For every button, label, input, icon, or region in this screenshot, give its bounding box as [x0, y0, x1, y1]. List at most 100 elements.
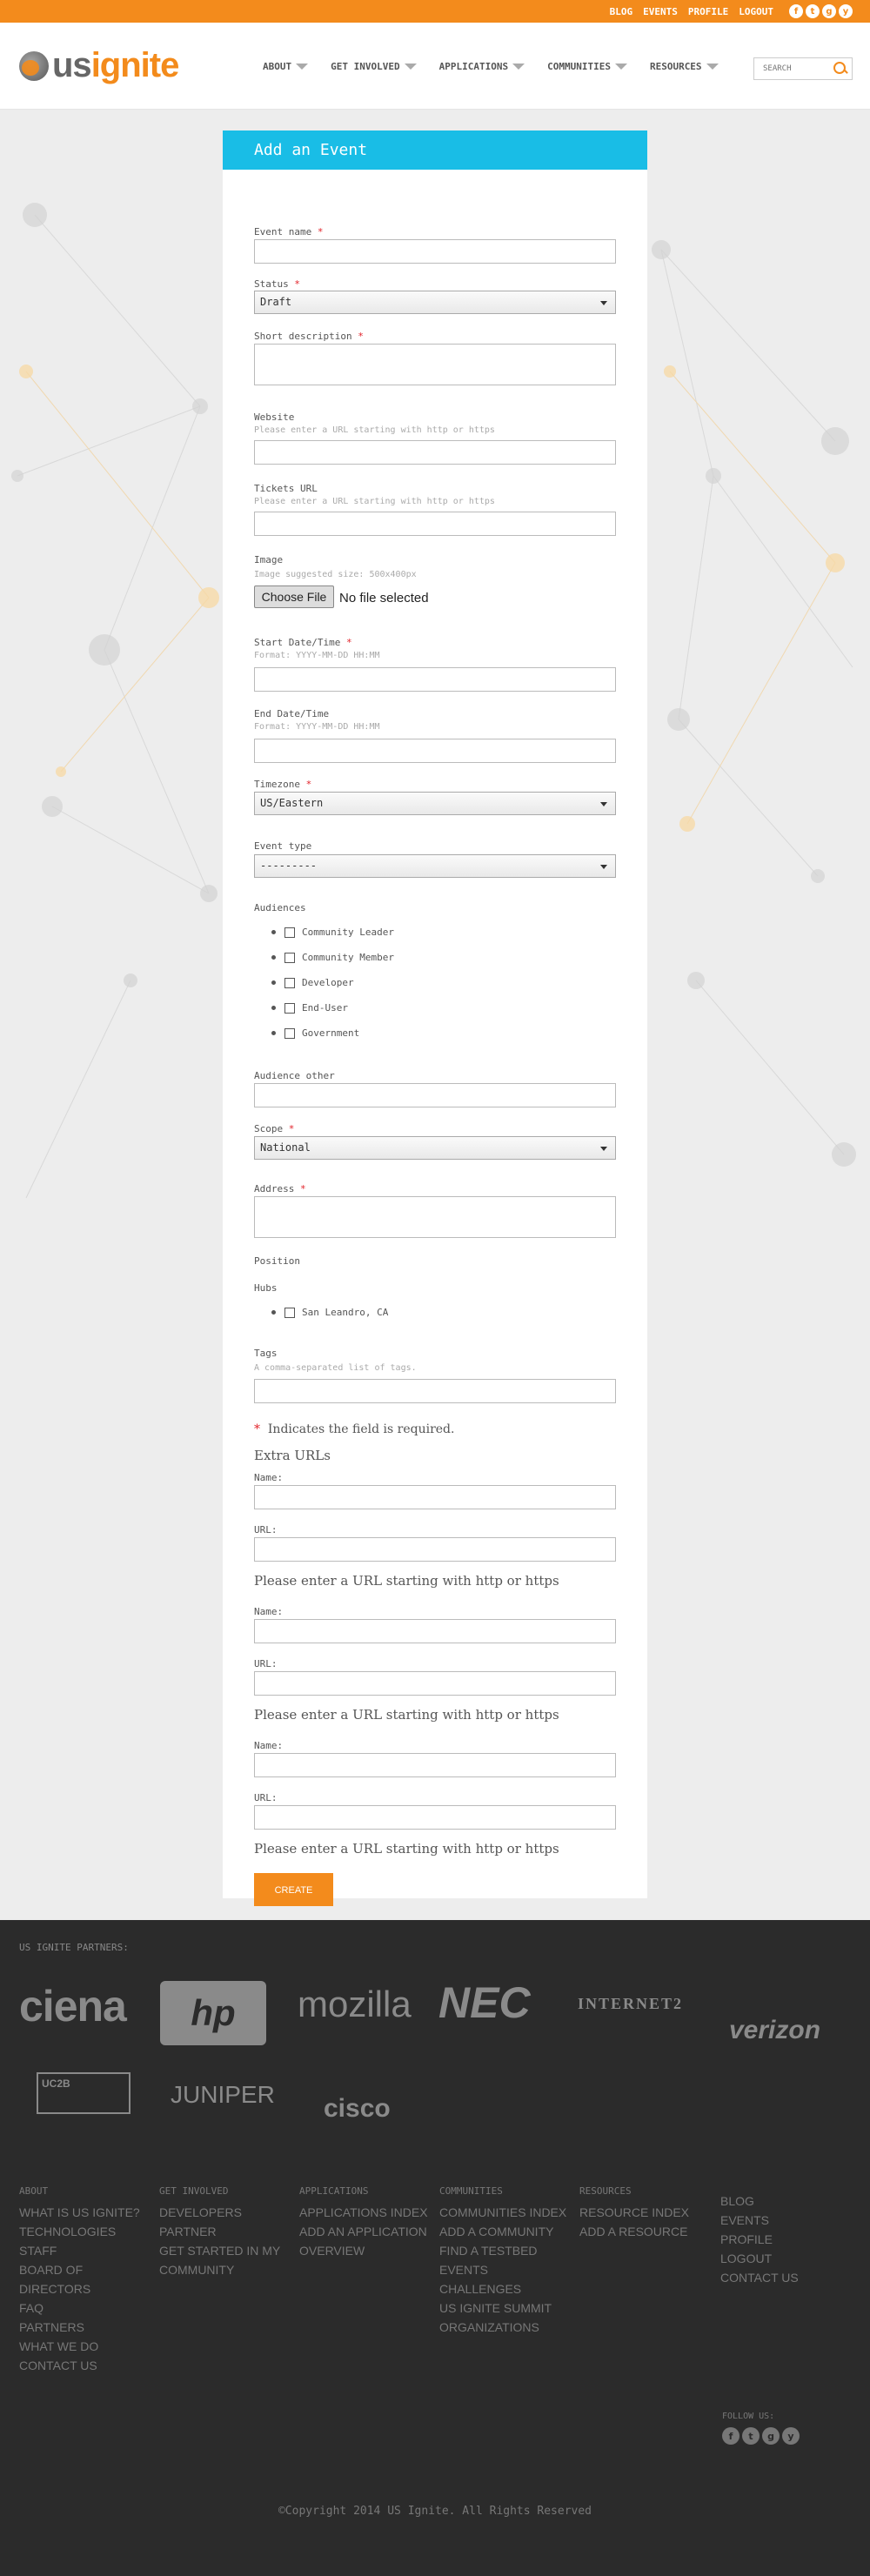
footer-link[interactable]: GET STARTED IN MY COMMUNITY	[159, 2241, 290, 2279]
extra-name-input[interactable]	[254, 1753, 616, 1777]
top-link-events[interactable]: EVENTS	[643, 6, 678, 17]
website-input[interactable]	[254, 440, 616, 465]
footer-link[interactable]: BLOG	[720, 2191, 851, 2211]
footer-link[interactable]: ADD AN APPLICATION	[299, 2222, 430, 2241]
footer-link[interactable]: FAQ	[19, 2298, 150, 2318]
audience-option[interactable]: Government	[271, 1027, 359, 1039]
site-logo[interactable]: usignite	[19, 46, 179, 85]
audience-option[interactable]: Community Member	[271, 952, 394, 963]
address-textarea[interactable]	[254, 1196, 616, 1238]
footer-link[interactable]: ADD A RESOURCE	[579, 2222, 710, 2241]
partner-logo-cisco[interactable]: cisco	[324, 2094, 391, 2124]
search-icon[interactable]	[833, 61, 848, 77]
extra-url-label: URL:	[254, 1792, 278, 1803]
start-datetime-input[interactable]	[254, 667, 616, 692]
nav-communities[interactable]: COMMUNITIES	[547, 61, 627, 72]
google-plus-icon[interactable]: g	[822, 4, 836, 18]
footer-link[interactable]: CONTACT US	[720, 2268, 851, 2287]
checkbox[interactable]	[284, 977, 295, 988]
scope-select[interactable]: National	[254, 1136, 616, 1160]
footer-link[interactable]: ADD A COMMUNITY	[439, 2222, 570, 2241]
footer-link[interactable]: APPLICATIONS INDEX	[299, 2203, 430, 2222]
extra-name-input[interactable]	[254, 1485, 616, 1509]
footer-link[interactable]: ORGANIZATIONS	[439, 2318, 570, 2337]
status-select[interactable]: Draft	[254, 291, 616, 314]
footer-link[interactable]: TECHNOLOGIES	[19, 2222, 150, 2241]
extra-name-label: Name:	[254, 1472, 284, 1483]
footer-link[interactable]: BOARD OF DIRECTORS	[19, 2260, 150, 2298]
audience-option[interactable]: Community Leader	[271, 927, 394, 938]
partner-logo-verizon[interactable]: verizon	[729, 2016, 820, 2045]
footer-link[interactable]: PARTNERS	[19, 2318, 150, 2337]
search-input[interactable]	[761, 64, 827, 74]
logo-text: usignite	[52, 46, 179, 84]
youtube-icon[interactable]: y	[839, 4, 853, 18]
audience-other-input[interactable]	[254, 1083, 616, 1107]
partner-logo-ciena[interactable]: ciena	[19, 1981, 127, 2031]
footer-link[interactable]: DEVELOPERS	[159, 2203, 290, 2222]
extra-name-label: Name:	[254, 1740, 284, 1751]
youtube-icon[interactable]: y	[782, 2427, 800, 2445]
timezone-select[interactable]: US/Eastern	[254, 792, 616, 815]
facebook-icon[interactable]: f	[789, 4, 803, 18]
checkbox[interactable]	[284, 927, 295, 938]
footer-link[interactable]: RESOURCE INDEX	[579, 2203, 710, 2222]
google-plus-icon[interactable]: g	[762, 2427, 780, 2445]
extra-urls-title: Extra URLs	[254, 1448, 331, 1463]
footer-link[interactable]: OVERVIEW	[299, 2241, 430, 2260]
end-datetime-input[interactable]	[254, 739, 616, 763]
partner-logo-uc2b[interactable]: UC2B	[37, 2072, 130, 2114]
footer-link[interactable]: CHALLENGES	[439, 2279, 570, 2298]
hub-option[interactable]: San Leandro, CA	[271, 1307, 388, 1318]
checkbox[interactable]	[284, 1002, 295, 1014]
end-datetime-label: End Date/Time	[254, 708, 330, 719]
partner-logo-mozilla[interactable]: mozilla	[298, 1984, 412, 2025]
audience-option[interactable]: Developer	[271, 977, 354, 988]
twitter-icon[interactable]: t	[806, 4, 820, 18]
start-datetime-label: Start Date/Time *	[254, 637, 352, 648]
nav-applications[interactable]: APPLICATIONS	[439, 61, 525, 72]
twitter-icon[interactable]: t	[742, 2427, 760, 2445]
footer-link[interactable]: CONTACT US	[19, 2356, 150, 2375]
footer-link[interactable]: FIND A TESTBED	[439, 2241, 570, 2260]
event-type-select[interactable]: ---------	[254, 854, 616, 878]
nav-get-involved[interactable]: GET INVOLVED	[331, 61, 417, 72]
footer-link[interactable]: EVENTS	[439, 2260, 570, 2279]
footer-link[interactable]: LOGOUT	[720, 2249, 851, 2268]
checkbox[interactable]	[284, 1307, 295, 1318]
create-button[interactable]: CREATE	[254, 1873, 333, 1906]
footer-link[interactable]: PARTNER	[159, 2222, 290, 2241]
partner-logo-nec[interactable]: NEC	[438, 1977, 531, 2028]
chevron-down-icon	[600, 802, 607, 806]
short-description-textarea[interactable]	[254, 344, 616, 385]
extra-url-input[interactable]	[254, 1537, 616, 1562]
footer-link[interactable]: WHAT WE DO	[19, 2337, 150, 2356]
audience-option[interactable]: End-User	[271, 1002, 348, 1014]
footer-link[interactable]: US IGNITE SUMMIT	[439, 2298, 570, 2318]
partner-logo-internet2[interactable]: INTERNET2	[578, 1995, 683, 2013]
extra-name-input[interactable]	[254, 1619, 616, 1643]
checkbox[interactable]	[284, 952, 295, 963]
top-link-blog[interactable]: BLOG	[610, 6, 633, 17]
event-name-input[interactable]	[254, 239, 616, 264]
nav-about[interactable]: ABOUT	[263, 61, 309, 72]
footer-link[interactable]: COMMUNITIES INDEX	[439, 2203, 570, 2222]
top-link-profile[interactable]: PROFILE	[688, 6, 728, 17]
extra-url-input[interactable]	[254, 1671, 616, 1696]
tags-input[interactable]	[254, 1379, 616, 1403]
choose-file-button[interactable]: Choose File	[254, 585, 334, 608]
top-link-logout[interactable]: LOGOUT	[739, 6, 773, 17]
footer-link[interactable]: WHAT IS US IGNITE?	[19, 2203, 150, 2222]
tickets-url-input[interactable]	[254, 512, 616, 536]
facebook-icon[interactable]: f	[722, 2427, 740, 2445]
partner-logo-hp[interactable]: hp	[160, 1981, 266, 2045]
footer-link[interactable]: EVENTS	[720, 2211, 851, 2230]
footer-link[interactable]: STAFF	[19, 2241, 150, 2260]
chevron-down-icon	[614, 63, 627, 70]
nav-resources[interactable]: RESOURCES	[650, 61, 719, 72]
extra-url-input[interactable]	[254, 1805, 616, 1830]
partner-logo-juniper[interactable]: JUNIPER	[171, 2081, 275, 2109]
footer-link[interactable]: PROFILE	[720, 2230, 851, 2249]
address-label: Address *	[254, 1183, 306, 1194]
checkbox[interactable]	[284, 1027, 295, 1039]
